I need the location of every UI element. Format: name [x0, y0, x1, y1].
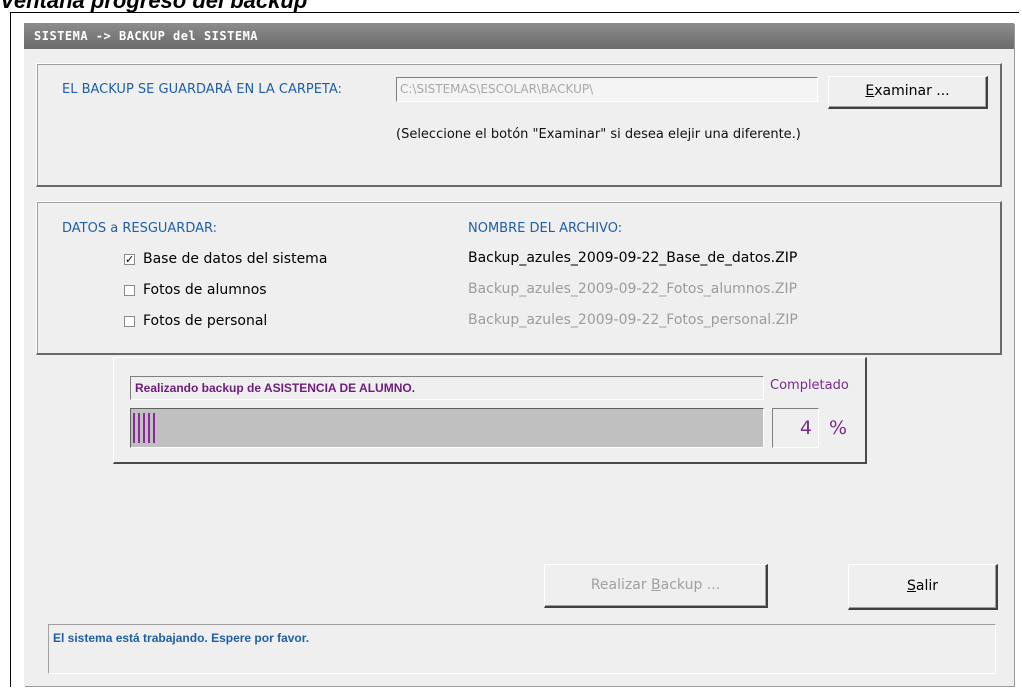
- browse-button[interactable]: Examinar ...: [828, 76, 988, 109]
- checkbox-staff-photos[interactable]: Fotos de personal: [124, 312, 267, 330]
- exit-button[interactable]: Salir: [848, 564, 998, 610]
- window-title: SISTEMA -> BACKUP del SISTEMA: [24, 23, 1014, 49]
- checkbox-label: Base de datos del sistema: [143, 251, 328, 267]
- checkbox-checked-icon[interactable]: ✓: [124, 253, 135, 265]
- run-backup-button[interactable]: Realizar Backup ...: [544, 564, 768, 608]
- status-bar: El sistema está trabajando. Espere por f…: [48, 624, 996, 674]
- run-backup-mnemonic: B: [651, 577, 661, 593]
- checkbox-label: Fotos de personal: [143, 313, 268, 329]
- destination-label: EL BACKUP SE GUARDARÁ EN LA CARPETA:: [62, 82, 342, 97]
- browse-mnemonic: E: [865, 83, 875, 99]
- status-text: El sistema está trabajando. Espere por f…: [53, 631, 310, 645]
- current-task-field: Realizando backup de ASISTENCIA DE ALUMN…: [130, 376, 764, 400]
- browse-label: xaminar ...: [874, 83, 950, 99]
- exit-label: alir: [915, 578, 938, 594]
- filename-database: Backup_azules_2009-09-22_Base_de_datos.Z…: [468, 250, 798, 266]
- progress-bar-fill: [133, 413, 158, 443]
- filename-student-photos: Backup_azules_2009-09-22_Fotos_alumnos.Z…: [468, 281, 798, 297]
- percent-sign: %: [829, 417, 848, 439]
- checkbox-student-photos[interactable]: Fotos de alumnos: [124, 281, 267, 299]
- run-backup-label: ackup ...: [660, 577, 721, 593]
- checkbox-unchecked-icon[interactable]: [124, 284, 135, 296]
- backup-path-field[interactable]: C:\SISTEMAS\ESCOLAR\BACKUP\: [396, 77, 818, 102]
- filename-staff-photos: Backup_azules_2009-09-22_Fotos_personal.…: [468, 312, 798, 328]
- checkbox-database[interactable]: ✓ Base de datos del sistema: [124, 250, 327, 268]
- completed-label: Completado: [770, 378, 849, 393]
- percent-value: 4: [772, 408, 819, 448]
- checkbox-unchecked-icon[interactable]: [124, 315, 135, 327]
- checkbox-label: Fotos de alumnos: [143, 282, 267, 298]
- run-backup-prefix: Realizar: [590, 577, 652, 593]
- exit-mnemonic: S: [906, 578, 916, 594]
- filename-heading: NOMBRE DEL ARCHIVO:: [468, 221, 623, 236]
- progress-bar: [130, 408, 764, 448]
- browse-hint: (Seleccione el botón "Examinar" si desea…: [396, 127, 801, 142]
- data-heading: DATOS a RESGUARDAR:: [62, 221, 218, 236]
